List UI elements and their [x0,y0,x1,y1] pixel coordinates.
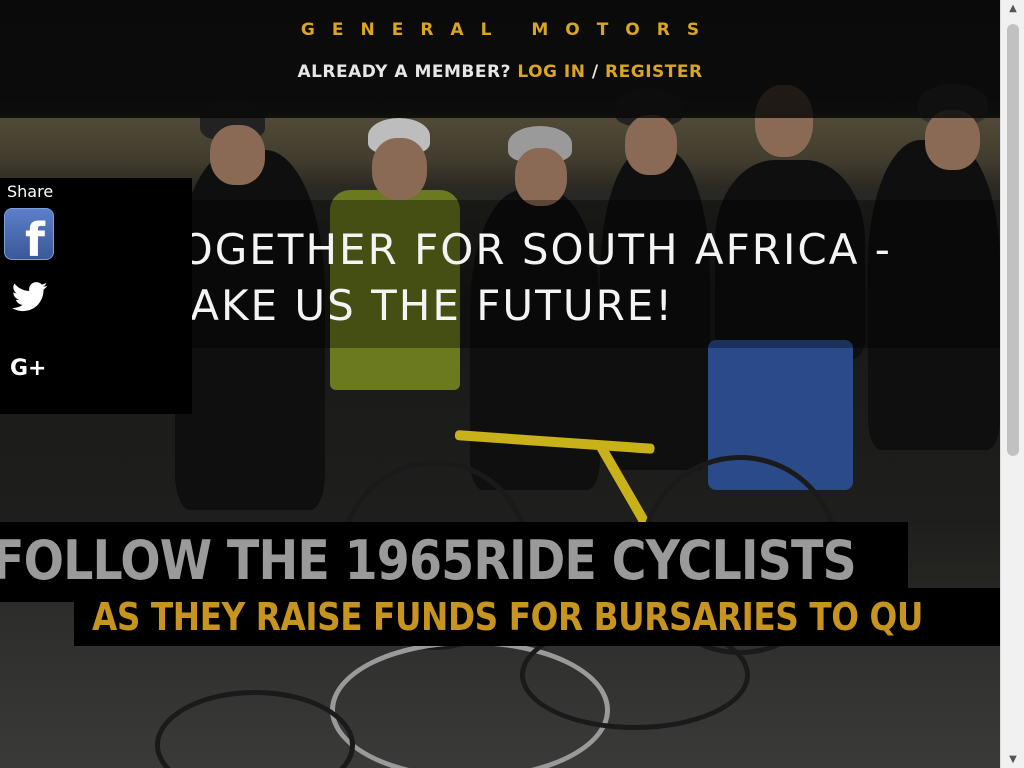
share-panel: Share f G+ [0,178,192,414]
site-header: GENERAL MOTORS ALREADY A MEMBER? LOG IN … [0,0,1000,118]
banner-raise-funds: AS THEY RAISE FUNDS FOR BURSARIES TO QU [92,595,923,639]
member-bar: ALREADY A MEMBER? LOG IN / REGISTER [0,62,1000,82]
vertical-scrollbar[interactable]: ▲ ▼ [1000,0,1024,768]
member-prompt: ALREADY A MEMBER? [297,62,511,82]
register-link[interactable]: REGISTER [605,62,703,82]
twitter-icon[interactable] [12,282,48,312]
scroll-up-arrow-icon[interactable]: ▲ [1001,0,1024,17]
scroll-thumb[interactable] [1007,24,1019,456]
scroll-down-arrow-icon[interactable]: ▼ [1001,751,1024,768]
share-title: Share [7,182,54,201]
google-plus-icon[interactable]: G+ [10,356,47,381]
facebook-icon[interactable]: f [4,208,54,267]
facebook-glyph: f [24,213,45,267]
banner-follow-cyclists: FOLLOW THE 1965RIDE CYCLISTS [0,529,857,592]
member-separator: / [591,62,599,82]
brand-logo-text[interactable]: GENERAL MOTORS [0,20,1000,40]
login-link[interactable]: LOG IN [517,62,585,82]
